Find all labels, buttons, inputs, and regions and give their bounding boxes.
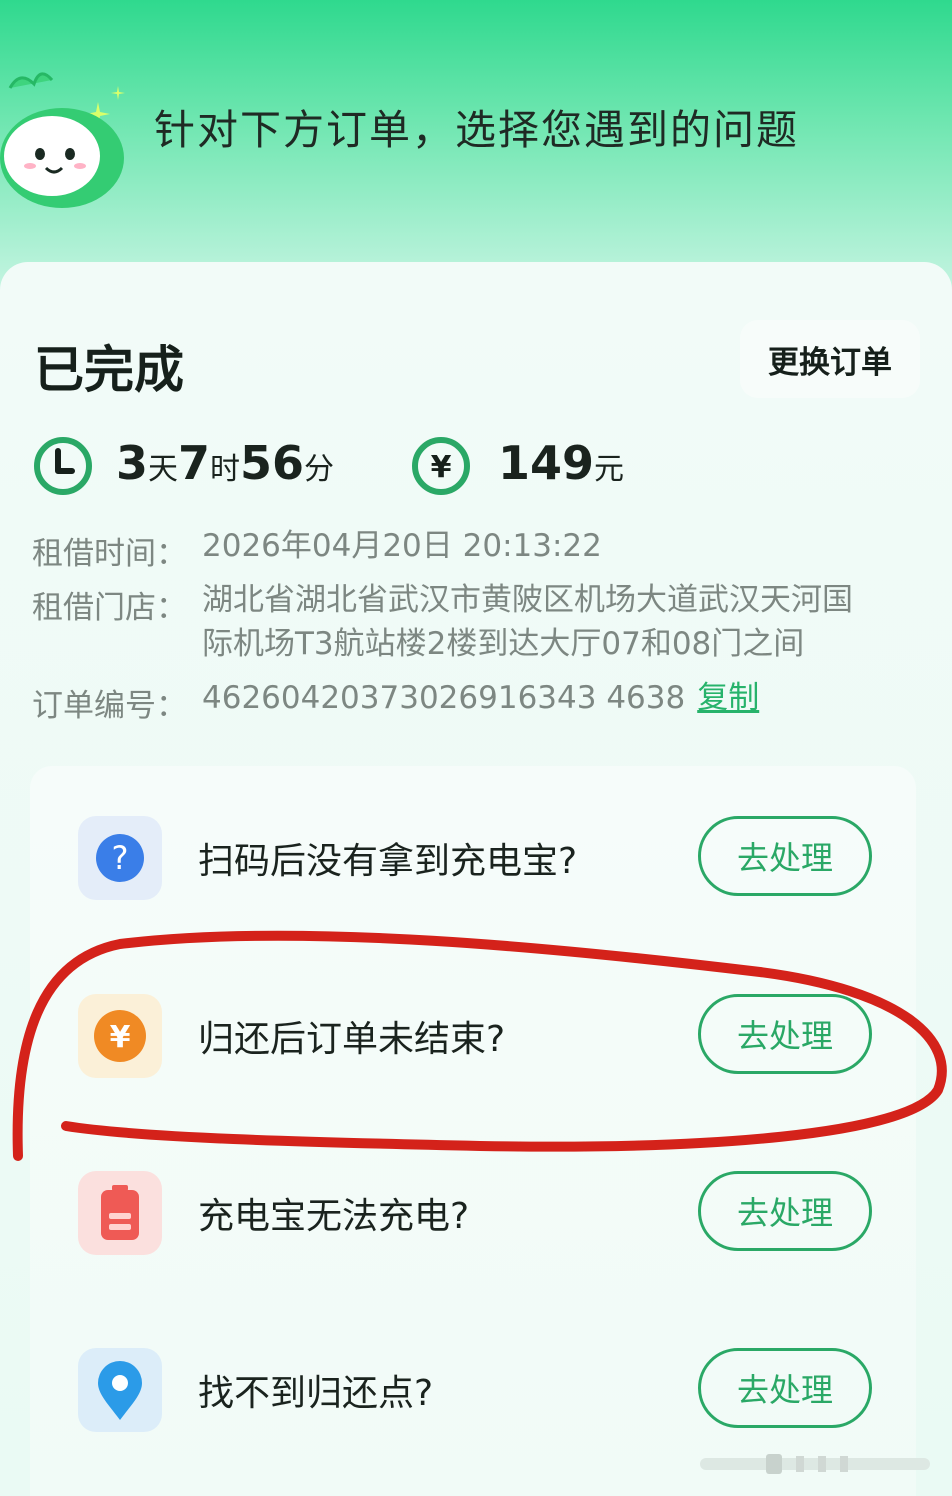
- yuan-coin-icon: ¥: [412, 437, 470, 495]
- issue-icon-box: ¥: [78, 994, 162, 1078]
- order-number-value: 46260420373026916343 4638: [202, 680, 686, 716]
- store-label: 租借门店：: [32, 590, 187, 626]
- svg-text:?: ?: [112, 839, 129, 877]
- home-indicator: [700, 1454, 930, 1474]
- page-header: 针对下方订单，选择您遇到的问题: [0, 0, 952, 260]
- handle-button[interactable]: 去处理: [698, 1348, 872, 1428]
- issue-icon-box: ?: [78, 816, 162, 900]
- svg-text:¥: ¥: [110, 1020, 131, 1055]
- handle-button[interactable]: 去处理: [698, 816, 872, 896]
- issue-icon-box: [78, 1171, 162, 1255]
- issue-label: 充电宝无法充电?: [198, 1196, 470, 1237]
- order-number-row: 46260420373026916343 4638 复制: [202, 676, 759, 720]
- issue-label: 归还后订单未结束?: [198, 1019, 506, 1060]
- yuan-icon: ¥: [94, 1010, 146, 1062]
- issue-row-cannot-charge[interactable]: 充电宝无法充电? 去处理: [0, 1163, 952, 1263]
- order-status: 已完成: [34, 341, 184, 399]
- store-value-line-1: 湖北省湖北省武汉市黄陂区机场大道武汉天河国: [202, 582, 853, 618]
- rental-duration: 3天7时56分: [116, 436, 335, 490]
- copy-link[interactable]: 复制: [697, 680, 759, 716]
- rental-price: 149元: [498, 436, 625, 490]
- switch-order-button[interactable]: 更换订单: [740, 320, 920, 398]
- question-icon: ?: [96, 834, 144, 882]
- page-title: 针对下方订单，选择您遇到的问题: [154, 106, 799, 154]
- issue-row-no-return-point[interactable]: 找不到归还点? 去处理: [0, 1340, 952, 1440]
- store-value-line-2: 际机场T3航站楼2楼到达大厅07和08门之间: [202, 626, 805, 662]
- issue-row-order-not-ended[interactable]: ¥ 归还后订单未结束? 去处理: [0, 986, 952, 1086]
- clock-icon: [34, 437, 92, 495]
- battery-icon: [101, 1185, 139, 1240]
- rent-time-value: 2026年04月20日 20:13:22: [202, 528, 602, 564]
- rent-time-label: 租借时间：: [32, 536, 187, 572]
- issue-row-no-power-bank[interactable]: ? 扫码后没有拿到充电宝? 去处理: [0, 808, 952, 908]
- issue-label: 扫码后没有拿到充电宝?: [198, 841, 578, 882]
- handle-button[interactable]: 去处理: [698, 994, 872, 1074]
- location-pin-icon: [98, 1361, 142, 1420]
- mascot-icon: [0, 72, 125, 208]
- handle-button[interactable]: 去处理: [698, 1171, 872, 1251]
- svg-text:¥: ¥: [431, 450, 452, 485]
- issue-icon-box: [78, 1348, 162, 1432]
- order-number-label: 订单编号：: [32, 688, 187, 724]
- issue-label: 找不到归还点?: [198, 1373, 434, 1414]
